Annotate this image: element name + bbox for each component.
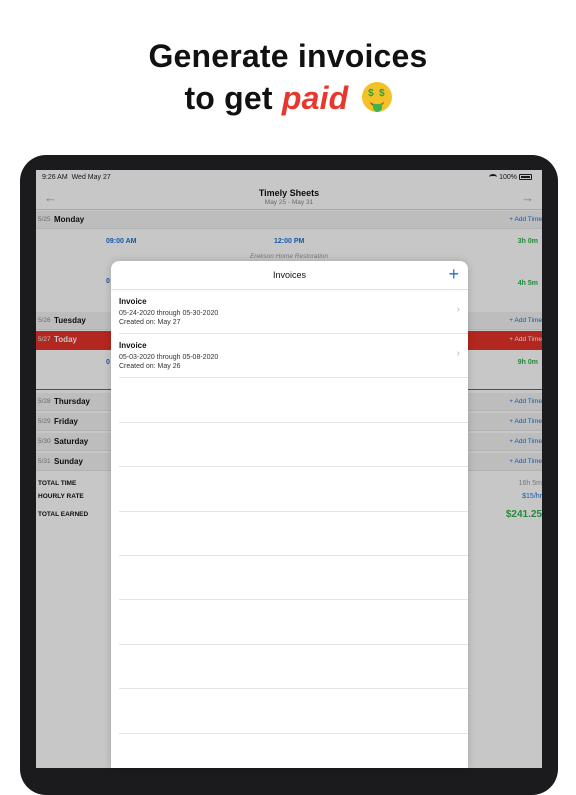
empty-row-divider (119, 644, 468, 645)
empty-row-divider (119, 555, 468, 556)
promo-headline-line2: to get paid $ $ (0, 80, 576, 117)
empty-row-divider (119, 733, 468, 734)
empty-row-divider (119, 422, 468, 423)
modal-title: Invoices (272, 270, 307, 280)
promo-header: Generate invoices to get paid $ $ (0, 0, 576, 150)
modal-header: Invoices + (111, 261, 468, 290)
invoice-row[interactable]: Invoice 05-24-2020 through 05-30-2020 Cr… (111, 290, 468, 334)
invoices-modal: Invoices + Invoice 05-24-2020 through 05… (111, 261, 468, 768)
promo-line2-prefix: to get (184, 80, 273, 116)
chevron-right-icon: › (456, 304, 460, 315)
chevron-right-icon: › (456, 348, 460, 359)
invoice-created: Created on: May 27 (119, 319, 181, 326)
promo-accent-word: paid (281, 80, 349, 116)
add-invoice-plus-icon[interactable]: + (448, 264, 459, 285)
money-mouth-face-icon: $ $ (361, 82, 392, 112)
invoice-created: Created on: May 26 (119, 363, 181, 370)
invoice-range: 05-03-2020 through 05-08-2020 (119, 354, 219, 361)
invoice-title: Invoice (119, 341, 147, 350)
invoice-range: 05-24-2020 through 05-30-2020 (119, 310, 219, 317)
empty-row-divider (119, 599, 468, 600)
invoice-title: Invoice (119, 297, 147, 306)
promo-headline-line1: Generate invoices (148, 38, 428, 74)
empty-row-divider (119, 466, 468, 467)
row-divider (119, 377, 468, 378)
invoice-row[interactable]: Invoice 05-03-2020 through 05-08-2020 Cr… (111, 334, 468, 378)
empty-row-divider (119, 511, 468, 512)
empty-row-divider (119, 688, 468, 689)
